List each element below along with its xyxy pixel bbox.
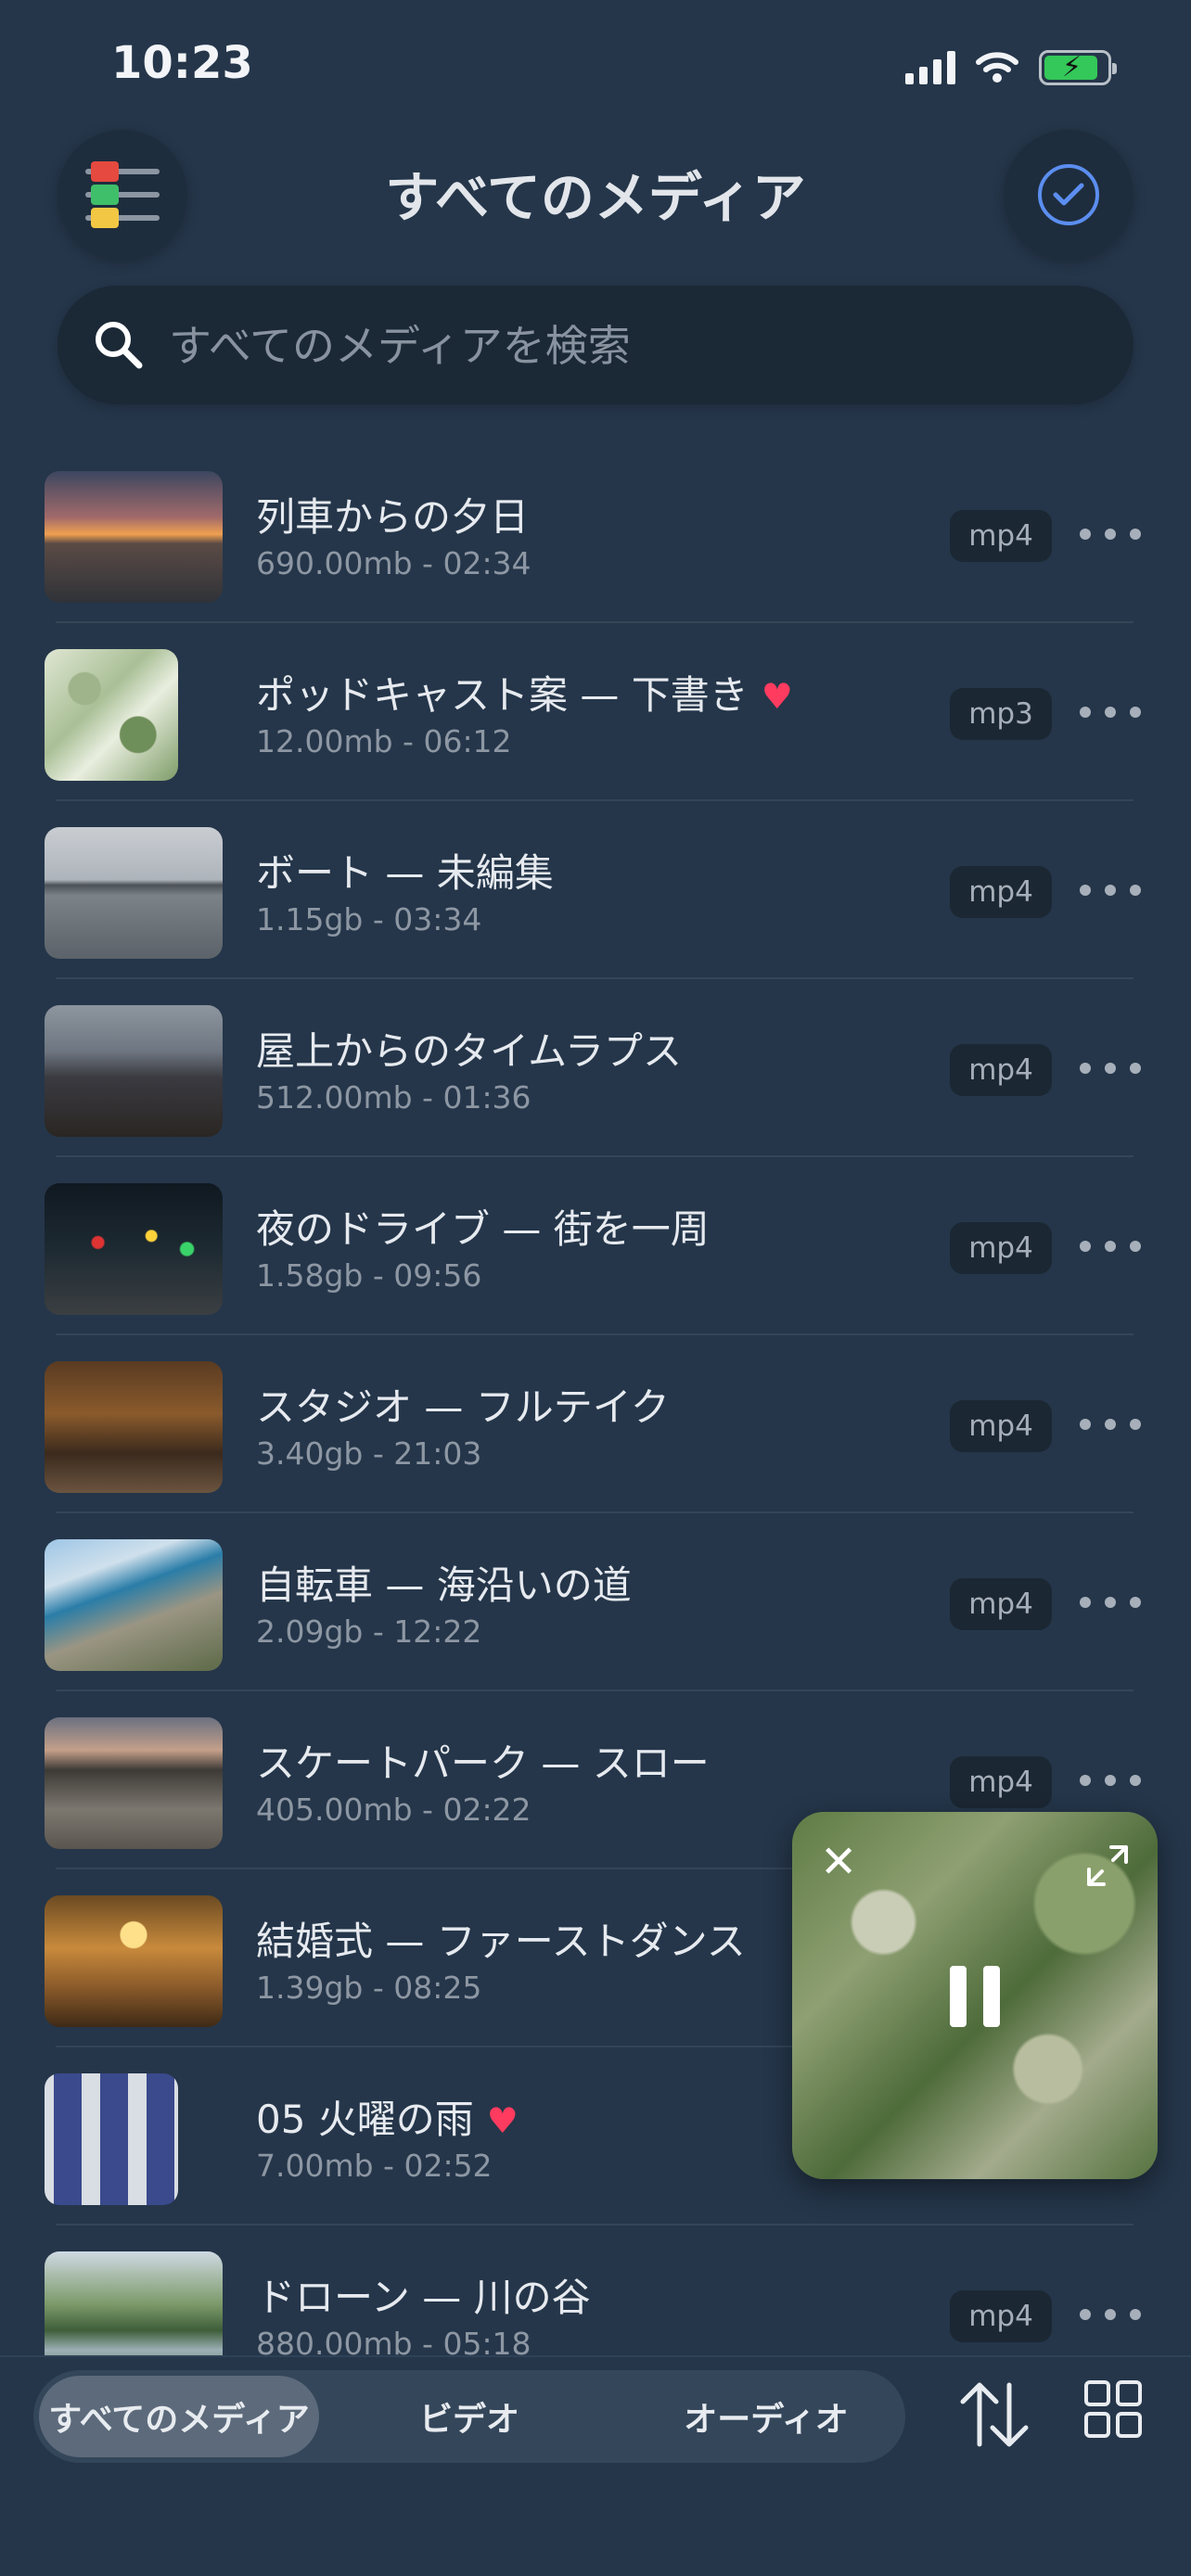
more-options-icon[interactable]	[1080, 879, 1141, 901]
media-title: 自転車 — 海沿いの道	[256, 1562, 632, 1608]
tab-all-media[interactable]: すべてのメディア	[39, 2376, 319, 2457]
media-title: 結婚式 — ファーストダンス	[256, 1919, 746, 1964]
media-title: 列車からの夕日	[256, 494, 530, 540]
media-size-duration: 3.40gb - 21:03	[256, 1435, 482, 1472]
media-title-line: ポッドキャスト案 — 下書き ♥	[256, 664, 793, 721]
close-icon[interactable]: ✕	[820, 1840, 857, 1884]
media-thumbnail	[45, 649, 178, 781]
media-thumbnail	[45, 2073, 178, 2205]
media-title: スタジオ — フルテイク	[256, 1384, 670, 1430]
bottom-toolbar: すべてのメディア ビデオ オーディオ	[0, 2355, 1191, 2576]
search-input[interactable]	[167, 286, 1098, 406]
more-options-icon[interactable]	[1080, 1591, 1141, 1613]
more-options-icon[interactable]	[1080, 701, 1141, 723]
media-row[interactable]: ボート — 未編集 1.15gb - 03:34 mp4	[0, 801, 1191, 979]
media-title: ドローン — 川の谷	[256, 2275, 591, 2320]
media-thumbnail	[45, 1183, 223, 1315]
media-size-duration: 512.00mb - 01:36	[256, 1079, 531, 1116]
mini-player[interactable]: ✕	[792, 1812, 1158, 2179]
format-badge: mp4	[950, 1400, 1052, 1452]
media-row[interactable]: 夜のドライブ — 街を一周 1.58gb - 09:56 mp4	[0, 1157, 1191, 1335]
format-badge: mp4	[950, 510, 1052, 562]
media-size-duration: 405.00mb - 02:22	[256, 1792, 531, 1828]
media-size-duration: 12.00mb - 06:12	[256, 723, 512, 759]
format-badge: mp4	[950, 1578, 1052, 1630]
media-title: 夜のドライブ — 街を一周	[256, 1206, 710, 1252]
media-title: 05 火曜の雨	[256, 2097, 474, 2142]
search-icon	[96, 322, 143, 369]
checkmark-circle-icon	[1038, 164, 1099, 225]
status-icons: ⚡	[905, 45, 1117, 91]
media-library-screen: 10:23 ⚡ すべてのメディア すべてのメディアを検索 列車からの夕日 690…	[0, 0, 1191, 2576]
media-size-duration: 1.15gb - 03:34	[256, 901, 482, 937]
grid-view-icon[interactable]	[1083, 2379, 1143, 2439]
battery-charging-icon: ⚡	[1039, 50, 1117, 85]
more-options-icon[interactable]	[1080, 1235, 1141, 1257]
media-title: 屋上からのタイムラプス	[256, 1028, 683, 1074]
media-thumbnail	[45, 1361, 223, 1493]
media-title: ポッドキャスト案 — 下書き	[256, 672, 749, 718]
format-badge: mp4	[950, 2290, 1052, 2342]
more-options-icon[interactable]	[1080, 1413, 1141, 1435]
favorite-heart-icon: ♥	[761, 676, 793, 717]
sort-icon[interactable]	[955, 2376, 1033, 2454]
tab-video[interactable]: ビデオ	[358, 2376, 581, 2457]
wifi-icon	[976, 52, 1018, 83]
media-thumbnail	[45, 1005, 223, 1137]
media-row[interactable]: ポッドキャスト案 — 下書き ♥ 12.00mb - 06:12 mp3	[0, 623, 1191, 801]
media-size-duration: 1.58gb - 09:56	[256, 1257, 482, 1294]
media-size-duration: 690.00mb - 02:34	[256, 545, 531, 581]
cellular-signal-icon	[905, 51, 955, 84]
expand-icon[interactable]	[1085, 1843, 1130, 1888]
format-badge: mp3	[950, 688, 1052, 740]
media-size-duration: 1.39gb - 08:25	[256, 1970, 482, 2006]
media-row[interactable]: 列車からの夕日 690.00mb - 02:34 mp4	[0, 445, 1191, 623]
media-size-duration: 2.09gb - 12:22	[256, 1613, 482, 1650]
search-bar[interactable]	[58, 286, 1133, 406]
media-thumbnail	[45, 1717, 223, 1849]
media-thumbnail	[45, 471, 223, 603]
pause-icon[interactable]	[950, 1966, 1000, 2027]
format-badge: mp4	[950, 866, 1052, 918]
media-thumbnail	[45, 1539, 223, 1671]
status-time: 10:23	[111, 37, 253, 89]
media-thumbnail	[45, 827, 223, 959]
media-title-line: 05 火曜の雨 ♥	[256, 2088, 519, 2145]
format-badge: mp4	[950, 1222, 1052, 1274]
media-type-segmented-control: すべてのメディア ビデオ オーディオ	[33, 2370, 905, 2463]
more-options-icon[interactable]	[1080, 1057, 1141, 1079]
media-thumbnail	[45, 1895, 223, 2027]
more-options-icon[interactable]	[1080, 1769, 1141, 1792]
tab-audio[interactable]: オーディオ	[646, 2376, 887, 2457]
format-badge: mp4	[950, 1756, 1052, 1808]
media-size-duration: 7.00mb - 02:52	[256, 2148, 493, 2184]
favorite-heart-icon: ♥	[486, 2100, 519, 2141]
media-row[interactable]: 自転車 — 海沿いの道 2.09gb - 12:22 mp4	[0, 1513, 1191, 1691]
media-title: スケートパーク — スロー	[256, 1741, 710, 1786]
more-options-icon[interactable]	[1080, 2303, 1141, 2326]
select-button[interactable]	[1004, 130, 1133, 260]
media-row[interactable]: 屋上からのタイムラプス 512.00mb - 01:36 mp4	[0, 979, 1191, 1157]
media-title: ボート — 未編集	[256, 850, 554, 896]
format-badge: mp4	[950, 1044, 1052, 1096]
media-row[interactable]: スタジオ — フルテイク 3.40gb - 21:03 mp4	[0, 1335, 1191, 1513]
more-options-icon[interactable]	[1080, 523, 1141, 545]
